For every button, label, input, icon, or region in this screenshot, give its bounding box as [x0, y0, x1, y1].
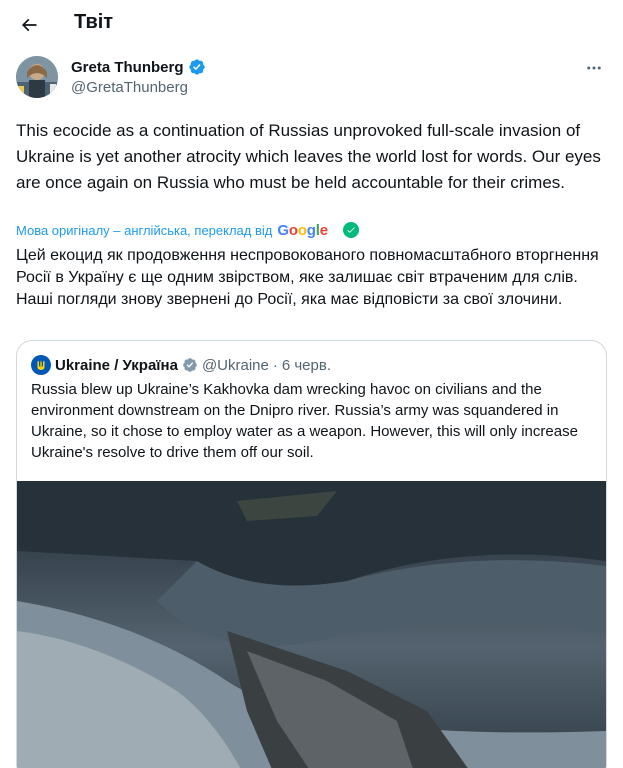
quote-text: Russia blew up Ukraine’s Kakhovka dam wr…: [31, 381, 578, 461]
verified-badge-icon: [183, 358, 197, 372]
verified-badge-icon: [188, 59, 205, 75]
back-button[interactable]: [12, 8, 46, 42]
top-bar: Твіт: [0, 0, 623, 48]
google-logo: Google: [277, 221, 328, 239]
quote-author-name: Ukraine / Україна: [55, 356, 178, 374]
quote-video[interactable]: [17, 481, 606, 768]
quote-separator: ·: [272, 356, 278, 374]
video-frame: [17, 481, 606, 768]
check-icon: [342, 222, 359, 238]
tweet-author: Greta Thunberg @GretaThunberg: [16, 56, 608, 100]
author-handle[interactable]: @GretaThunberg: [71, 79, 188, 96]
translation-label[interactable]: Мова оригіналу – англійська, переклад ві…: [16, 223, 272, 238]
back-arrow-icon: [21, 18, 37, 32]
trident-icon: [37, 360, 45, 370]
page-title: Твіт: [74, 11, 114, 33]
avatar-photo: [16, 56, 58, 98]
translation-attribution: Мова оригіналу – англійська, переклад ві…: [16, 219, 359, 241]
quote-date: 6 черв.: [281, 356, 332, 374]
author-name[interactable]: Greta Thunberg: [71, 58, 206, 76]
more-button[interactable]: [580, 56, 608, 80]
quoted-tweet[interactable]: Ukraine / Україна @Ukraine · 6 черв. Rus…: [16, 340, 607, 768]
quote-avatar: [31, 355, 51, 375]
avatar[interactable]: [16, 56, 58, 98]
more-icon: [587, 66, 601, 70]
tweet-text: This ecocide as a continuation of Russia…: [16, 121, 601, 192]
translated-text: Цей екоцид як продовження неспровоковано…: [16, 247, 599, 308]
author-name-text: Greta Thunberg: [71, 58, 184, 76]
quote-author-handle: @Ukraine: [201, 356, 269, 374]
quoted-tweet-header: Ukraine / Україна @Ukraine · 6 черв.: [31, 355, 331, 375]
